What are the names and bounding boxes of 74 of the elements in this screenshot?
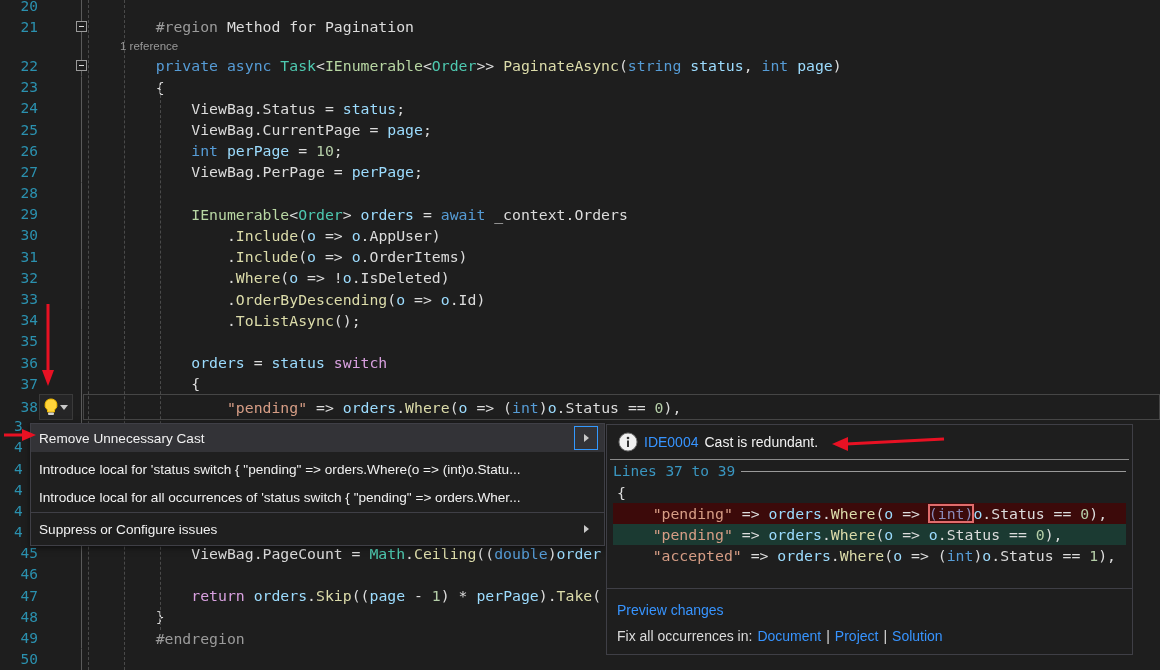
info-icon: [618, 432, 638, 452]
diagnostic-message: Cast is redundant.: [704, 434, 819, 450]
line-number: 3: [13, 418, 23, 435]
code-line: .Where(o => !o.IsDeleted): [225, 269, 450, 287]
code-line: ViewBag.PageCount = Math.Ceiling((double)order: [190, 544, 602, 562]
code-line: ViewBag.PerPage = perPage;: [190, 163, 423, 181]
line-number: 36: [19, 354, 38, 371]
line-number: 23: [19, 79, 38, 96]
line-number: 47: [19, 587, 38, 604]
line-number: 37: [19, 375, 38, 392]
quick-actions-button[interactable]: [39, 394, 73, 421]
menu-item[interactable]: Remove Unnecessary Cast: [31, 424, 604, 452]
line-number: 4: [13, 460, 23, 477]
code-lens-reference[interactable]: 1 reference: [120, 40, 179, 53]
line-number: 31: [19, 248, 38, 265]
line-number: 25: [19, 121, 38, 138]
collapse-icon[interactable]: [75, 21, 87, 33]
line-number: 4: [13, 439, 23, 456]
line-number: 48: [19, 608, 38, 625]
lightbulb-icon: [44, 398, 58, 417]
code-line: .ToListAsync();: [225, 311, 361, 329]
code-line: {: [190, 375, 201, 393]
line-number: 30: [19, 227, 38, 244]
code-line: int perPage = 10;: [190, 142, 343, 160]
preview-code-line: "accepted" => orders.Where(o => (int)o.Status == 1),: [651, 546, 1117, 566]
menu-item[interactable]: Introduce local for 'status switch { "pending" => orders.Where(o => (int)o.Statu...: [31, 455, 604, 483]
fix-scope-link[interactable]: Project: [834, 628, 879, 644]
collapse-icon[interactable]: [75, 60, 87, 72]
line-number: 34: [19, 312, 38, 329]
code-line: .Include(o => o.AppUser): [225, 226, 441, 244]
code-line: ViewBag.Status = status;: [190, 99, 406, 117]
link-divider: |: [826, 628, 830, 644]
line-number: 35: [19, 333, 38, 350]
code-line: private async Task<IEnumerable<Order>> PaginateAsync(string status, int page): [154, 57, 842, 75]
line-number: 24: [19, 100, 38, 117]
annotation-arrow: [4, 429, 36, 441]
preview-changes-link[interactable]: Preview changes: [617, 602, 724, 618]
line-number: 4: [13, 481, 23, 498]
menu-item[interactable]: Suppress or Configure issues: [31, 515, 604, 543]
line-number: 50: [19, 651, 38, 668]
caret-icon: [60, 404, 68, 410]
preview-code-line: {: [616, 483, 627, 503]
menu-item[interactable]: Introduce local for all occurrences of 'status switch { "pending" => orders.Wher...: [31, 483, 604, 511]
line-number: 49: [19, 630, 38, 647]
line-number: 38: [19, 399, 38, 416]
code-line: #endregion: [154, 629, 245, 647]
fix-scope-link[interactable]: Document: [757, 628, 822, 644]
code-line: orders = status switch: [190, 354, 388, 372]
line-number: 28: [19, 185, 38, 202]
line-number: 21: [19, 18, 38, 35]
line-number: 4: [13, 524, 23, 541]
line-number: 27: [19, 163, 38, 180]
line-range-label: Lines 37 to 39: [613, 463, 736, 479]
code-line: return orders.Skip((page - 1) * perPage).Take(: [190, 587, 602, 605]
code-line: ViewBag.CurrentPage = page;: [190, 121, 432, 139]
line-number: 33: [19, 291, 38, 308]
diagnostic-id-link[interactable]: IDE0004: [644, 434, 699, 450]
link-divider: |: [883, 628, 888, 644]
line-number: 45: [19, 545, 38, 562]
code-line: "pending" => orders.Where(o => (int)o.Status == 0),: [225, 398, 682, 416]
line-number: 26: [19, 142, 38, 159]
submenu-expander[interactable]: [574, 426, 598, 450]
code-line: .OrderByDescending(o => o.Id): [225, 290, 486, 308]
line-number: 46: [19, 566, 38, 583]
line-number: 20: [19, 0, 38, 14]
line-number: 32: [19, 269, 38, 286]
line-number: 29: [19, 206, 38, 223]
code-line: .Include(o => o.OrderItems): [225, 248, 468, 266]
fix-all-label: Fix all occurrences in:: [617, 628, 753, 644]
line-number: 4: [13, 502, 23, 519]
line-number: 22: [19, 57, 38, 74]
code-line: IEnumerable<Order> orders = await _context.Orders: [190, 205, 628, 223]
fix-scope-link[interactable]: Solution: [892, 628, 943, 644]
code-line: #region Method for Pagination: [154, 18, 414, 36]
